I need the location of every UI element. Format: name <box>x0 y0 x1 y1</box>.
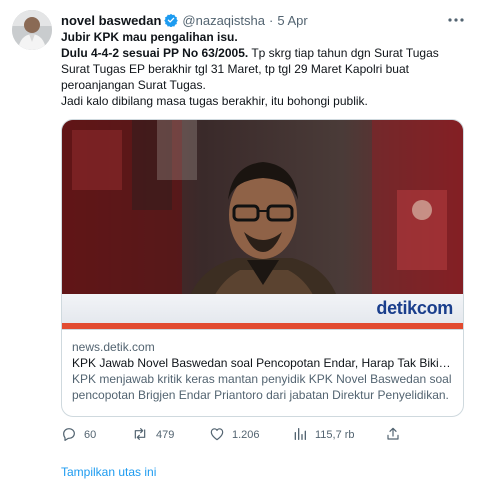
views-button[interactable]: 115,7 rb <box>292 426 355 444</box>
show-thread-link[interactable]: Tampilkan utas ini <box>61 465 156 479</box>
share-button[interactable] <box>385 426 401 444</box>
tweet-date[interactable]: 5 Apr <box>277 13 307 28</box>
views-count: 115,7 rb <box>315 429 355 441</box>
author-handle[interactable]: @nazaqistsha <box>182 13 265 28</box>
card-domain: news.detik.com <box>72 340 155 354</box>
retweet-button[interactable]: 479 <box>131 426 174 444</box>
tweet-line: Surat Tugas EP berakhir tgl 31 Maret, tp… <box>61 62 409 76</box>
more-options-icon[interactable] <box>446 12 466 28</box>
tweet-line: Dulu 4-4-2 sesuai PP No 63/2005. Tp skrg… <box>61 46 439 60</box>
card-body: news.detik.com KPK Jawab Novel Baswedan … <box>62 329 463 416</box>
card-description: KPK menjawab kritik keras mantan penyidi… <box>72 372 452 402</box>
tweet-line: Jubir KPK mau pengalihan isu. <box>61 30 238 44</box>
retweet-icon <box>131 426 149 445</box>
avatar[interactable] <box>12 10 52 50</box>
tweet-text: Jubir KPK mau pengalihan isu. Dulu 4-4-2… <box>61 29 466 109</box>
tweet-header: novel baswedan @nazaqistsha · 5 Apr <box>61 10 466 30</box>
tweet-line: peroanjangan Surat Tugas. <box>61 78 206 92</box>
like-icon <box>209 426 225 445</box>
views-icon <box>292 426 308 445</box>
avatar-photo <box>12 10 52 50</box>
reply-icon <box>61 426 77 445</box>
action-bar: 60 479 1.206 115,7 rb <box>61 426 466 444</box>
retweet-count: 479 <box>156 429 175 441</box>
like-button[interactable]: 1.206 <box>209 426 260 444</box>
card-watermark: detikcom <box>376 298 453 318</box>
header-separator: · <box>269 12 274 28</box>
reply-button[interactable]: 60 <box>61 426 96 444</box>
share-icon <box>385 426 401 445</box>
verified-badge-icon <box>164 13 179 27</box>
link-card[interactable]: detikcom news.detik.com KPK Jawab Novel … <box>61 119 464 417</box>
reply-count: 60 <box>84 429 97 441</box>
like-count: 1.206 <box>232 429 260 441</box>
author-name[interactable]: novel baswedan <box>61 13 161 28</box>
card-title: KPK Jawab Novel Baswedan soal Pencopotan… <box>72 356 453 370</box>
tweet-line: Jadi kalo dibilang masa tugas berakhir, … <box>61 94 368 108</box>
